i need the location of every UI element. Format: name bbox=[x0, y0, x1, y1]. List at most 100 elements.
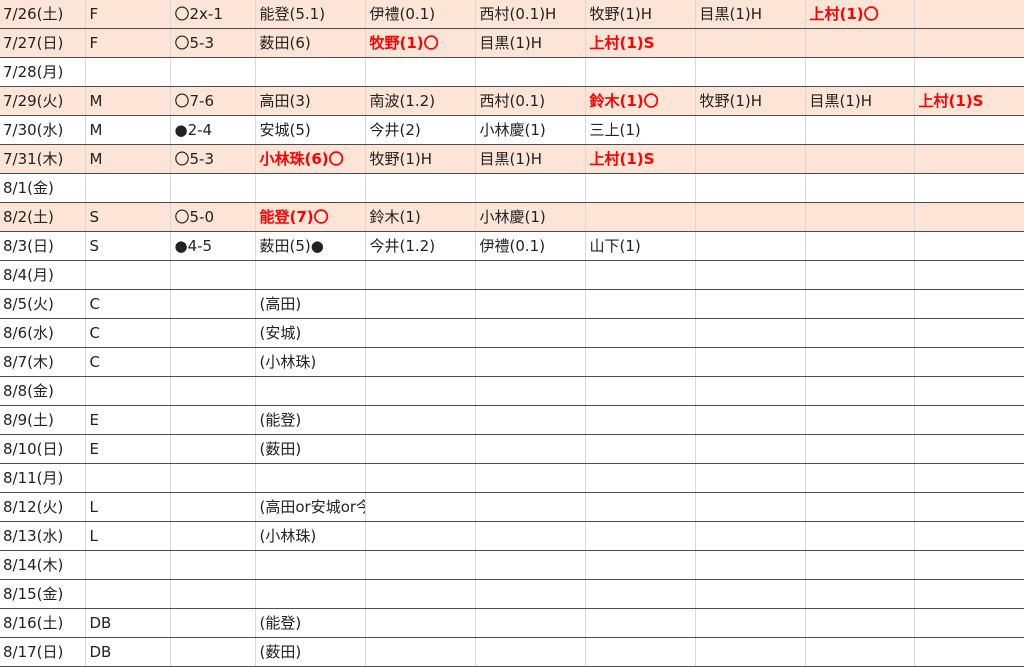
pitcher-1-cell[interactable] bbox=[255, 463, 366, 493]
pitcher-2-cell[interactable] bbox=[365, 405, 476, 435]
pitcher-6-cell[interactable] bbox=[805, 637, 915, 667]
pitcher-6-cell[interactable] bbox=[805, 608, 915, 638]
pitcher-7-cell[interactable] bbox=[914, 318, 1024, 348]
pitcher-5-cell[interactable] bbox=[695, 289, 806, 319]
team-cell[interactable] bbox=[85, 463, 171, 493]
pitcher-1-cell[interactable]: 薮田(5)● bbox=[255, 231, 366, 261]
pitcher-4-cell[interactable] bbox=[585, 318, 696, 348]
result-cell[interactable] bbox=[170, 637, 256, 667]
pitcher-3-cell[interactable] bbox=[475, 347, 586, 377]
pitcher-7-cell[interactable] bbox=[914, 173, 1024, 203]
pitcher-4-cell[interactable] bbox=[585, 492, 696, 522]
date-cell[interactable]: 7/26(土) bbox=[0, 0, 86, 29]
pitcher-6-cell[interactable] bbox=[805, 521, 915, 551]
date-cell[interactable]: 8/12(火) bbox=[0, 492, 86, 522]
pitcher-7-cell[interactable] bbox=[914, 202, 1024, 232]
pitcher-5-cell[interactable] bbox=[695, 144, 806, 174]
pitcher-6-cell[interactable] bbox=[805, 115, 915, 145]
date-cell[interactable]: 8/6(水) bbox=[0, 318, 86, 348]
pitcher-2-cell[interactable]: 牧野(1)H bbox=[365, 144, 476, 174]
team-cell[interactable]: F bbox=[85, 28, 171, 58]
pitcher-3-cell[interactable] bbox=[475, 376, 586, 406]
team-cell[interactable] bbox=[85, 173, 171, 203]
date-cell[interactable]: 8/9(土) bbox=[0, 405, 86, 435]
pitcher-6-cell[interactable]: 目黒(1)H bbox=[805, 86, 915, 116]
pitcher-2-cell[interactable] bbox=[365, 318, 476, 348]
pitcher-6-cell[interactable] bbox=[805, 289, 915, 319]
pitcher-5-cell[interactable]: 目黒(1)H bbox=[695, 0, 806, 29]
pitcher-2-cell[interactable] bbox=[365, 57, 476, 87]
pitcher-6-cell[interactable] bbox=[805, 347, 915, 377]
pitcher-5-cell[interactable] bbox=[695, 173, 806, 203]
pitcher-2-cell[interactable] bbox=[365, 579, 476, 609]
date-cell[interactable]: 8/15(金) bbox=[0, 579, 86, 609]
pitcher-3-cell[interactable]: 西村(0.1) bbox=[475, 86, 586, 116]
pitcher-3-cell[interactable] bbox=[475, 57, 586, 87]
pitcher-5-cell[interactable] bbox=[695, 492, 806, 522]
pitcher-5-cell[interactable] bbox=[695, 57, 806, 87]
date-cell[interactable]: 8/14(木) bbox=[0, 550, 86, 580]
pitcher-4-cell[interactable] bbox=[585, 260, 696, 290]
pitcher-7-cell[interactable] bbox=[914, 231, 1024, 261]
pitcher-4-cell[interactable] bbox=[585, 202, 696, 232]
pitcher-4-cell[interactable] bbox=[585, 289, 696, 319]
pitcher-3-cell[interactable] bbox=[475, 289, 586, 319]
pitcher-7-cell[interactable] bbox=[914, 28, 1024, 58]
pitcher-5-cell[interactable] bbox=[695, 202, 806, 232]
date-cell[interactable]: 8/13(水) bbox=[0, 521, 86, 551]
pitcher-2-cell[interactable]: 牧野(1)〇 bbox=[365, 28, 476, 58]
result-cell[interactable] bbox=[170, 318, 256, 348]
result-cell[interactable]: 〇7-6 bbox=[170, 86, 256, 116]
result-cell[interactable] bbox=[170, 434, 256, 464]
pitcher-3-cell[interactable] bbox=[475, 521, 586, 551]
pitcher-5-cell[interactable] bbox=[695, 260, 806, 290]
pitcher-5-cell[interactable] bbox=[695, 608, 806, 638]
team-cell[interactable]: C bbox=[85, 318, 171, 348]
date-cell[interactable]: 7/27(日) bbox=[0, 28, 86, 58]
pitcher-5-cell[interactable]: 牧野(1)H bbox=[695, 86, 806, 116]
pitcher-1-cell[interactable]: 安城(5) bbox=[255, 115, 366, 145]
pitcher-2-cell[interactable] bbox=[365, 434, 476, 464]
pitcher-3-cell[interactable] bbox=[475, 608, 586, 638]
pitcher-1-cell[interactable]: (小林珠) bbox=[255, 347, 366, 377]
date-cell[interactable]: 8/4(月) bbox=[0, 260, 86, 290]
result-cell[interactable] bbox=[170, 347, 256, 377]
pitcher-2-cell[interactable] bbox=[365, 608, 476, 638]
pitcher-5-cell[interactable] bbox=[695, 550, 806, 580]
pitcher-6-cell[interactable] bbox=[805, 376, 915, 406]
pitcher-5-cell[interactable] bbox=[695, 376, 806, 406]
result-cell[interactable] bbox=[170, 376, 256, 406]
pitcher-7-cell[interactable] bbox=[914, 347, 1024, 377]
pitcher-2-cell[interactable] bbox=[365, 376, 476, 406]
pitcher-3-cell[interactable] bbox=[475, 492, 586, 522]
pitcher-3-cell[interactable]: 西村(0.1)H bbox=[475, 0, 586, 29]
result-cell[interactable] bbox=[170, 260, 256, 290]
pitcher-1-cell[interactable]: 小林珠(6)〇 bbox=[255, 144, 366, 174]
date-cell[interactable]: 8/2(土) bbox=[0, 202, 86, 232]
date-cell[interactable]: 8/7(木) bbox=[0, 347, 86, 377]
pitcher-7-cell[interactable] bbox=[914, 492, 1024, 522]
pitcher-3-cell[interactable]: 伊禮(0.1) bbox=[475, 231, 586, 261]
date-cell[interactable]: 8/11(月) bbox=[0, 463, 86, 493]
pitcher-5-cell[interactable] bbox=[695, 463, 806, 493]
pitcher-4-cell[interactable] bbox=[585, 57, 696, 87]
pitcher-7-cell[interactable] bbox=[914, 405, 1024, 435]
pitcher-4-cell[interactable] bbox=[585, 347, 696, 377]
result-cell[interactable]: 〇5-3 bbox=[170, 28, 256, 58]
pitcher-1-cell[interactable]: 高田(3) bbox=[255, 86, 366, 116]
pitcher-6-cell[interactable] bbox=[805, 579, 915, 609]
date-cell[interactable]: 8/16(土) bbox=[0, 608, 86, 638]
pitcher-4-cell[interactable] bbox=[585, 550, 696, 580]
pitcher-5-cell[interactable] bbox=[695, 347, 806, 377]
team-cell[interactable] bbox=[85, 376, 171, 406]
pitcher-2-cell[interactable] bbox=[365, 289, 476, 319]
team-cell[interactable] bbox=[85, 260, 171, 290]
pitcher-5-cell[interactable] bbox=[695, 434, 806, 464]
pitcher-2-cell[interactable] bbox=[365, 637, 476, 667]
result-cell[interactable] bbox=[170, 57, 256, 87]
pitcher-7-cell[interactable] bbox=[914, 463, 1024, 493]
pitcher-5-cell[interactable] bbox=[695, 318, 806, 348]
pitcher-7-cell[interactable] bbox=[914, 637, 1024, 667]
result-cell[interactable] bbox=[170, 579, 256, 609]
team-cell[interactable] bbox=[85, 579, 171, 609]
